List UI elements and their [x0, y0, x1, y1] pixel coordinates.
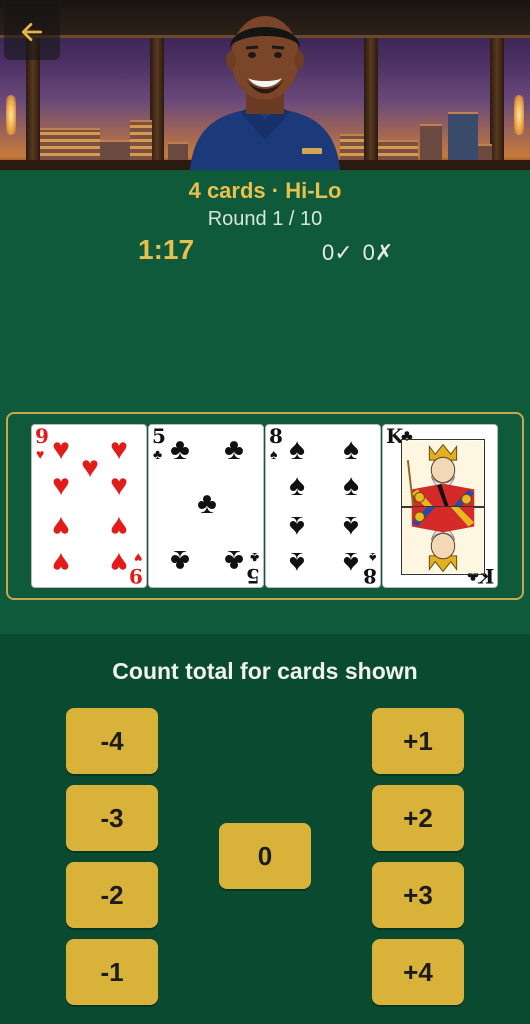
playing-card: 5 ♣ 5 ♣ ♣ ♣ ♣ ♣ ♣ — [148, 424, 264, 588]
card-suit: ♥ — [36, 446, 45, 462]
countdown-timer: 1:17 — [138, 234, 195, 265]
correct-count: 0✓ — [322, 240, 353, 265]
score-tally: 0✓ 0✗ — [322, 240, 393, 266]
playing-card: 8 ♠ 8 ♠ ♠ ♠ ♠ ♠ ♠ ♠ ♠ ♠ — [265, 424, 381, 588]
card-suit: ♠ — [368, 550, 376, 566]
playing-card: K ♣ K ♣ — [382, 424, 498, 588]
heart-pip: ♥ — [52, 469, 70, 502]
card-rank: 5 — [152, 424, 166, 448]
answer-button-plus-2[interactable]: +2 — [372, 785, 464, 851]
wrong-count: 0✗ — [362, 240, 394, 265]
heart-pip: ♥ — [110, 433, 128, 466]
heart-pip: ♥ — [110, 469, 128, 502]
dealer-scene — [0, 0, 530, 170]
spade-pip: ♠ — [289, 469, 305, 502]
card-suit: ♣ — [249, 550, 259, 566]
club-pip: ♣ — [197, 487, 217, 520]
spade-pip: ♠ — [343, 433, 359, 466]
card-suit: ♣ — [153, 446, 163, 462]
heart-pip: ♥ — [110, 546, 128, 579]
card-rail: 9 ♥ 9 ♥ ♥ ♥ ♥ ♥ ♥ ♥ ♥ ♥ ♥ 5 ♣ 5 ♣ ♣ ♣ ♣ … — [6, 412, 524, 600]
answer-button-plus-3[interactable]: +3 — [372, 862, 464, 928]
back-button[interactable] — [4, 4, 60, 60]
card-suit: ♥ — [133, 550, 142, 566]
spade-pip: ♠ — [289, 433, 305, 466]
answer-button-minus-3[interactable]: -3 — [66, 785, 158, 851]
answer-button-minus-2[interactable]: -2 — [66, 862, 158, 928]
club-pip: ♣ — [224, 433, 244, 466]
arrow-left-icon — [21, 23, 43, 41]
answer-button-minus-1[interactable]: -1 — [66, 939, 158, 1005]
spade-pip: ♠ — [343, 469, 359, 502]
spade-pip: ♠ — [289, 546, 305, 579]
game-panel: 4 cards · Hi-Lo Round 1 / 10 1:17 0✓ 0✗ … — [0, 170, 530, 634]
heart-pip: ♥ — [81, 451, 99, 484]
playing-card: 9 ♥ 9 ♥ ♥ ♥ ♥ ♥ ♥ ♥ ♥ ♥ ♥ — [31, 424, 147, 588]
spade-pip: ♠ — [289, 510, 305, 543]
club-pip: ♣ — [224, 544, 244, 577]
dealer-avatar — [190, 16, 340, 170]
round-label: Round 1 / 10 — [207, 208, 323, 230]
answer-button-plus-4[interactable]: +4 — [372, 939, 464, 1005]
card-suit: ♠ — [270, 446, 278, 462]
answer-prompt: Count total for cards shown — [112, 658, 418, 684]
heart-pip: ♥ — [52, 546, 70, 579]
spade-pip: ♠ — [343, 510, 359, 543]
king-face-art — [401, 439, 485, 575]
answer-panel: Count total for cards shown -4 -3 -2 -1 … — [0, 634, 530, 1024]
answer-button-zero[interactable]: 0 — [219, 823, 311, 889]
answer-button-minus-4[interactable]: -4 — [66, 708, 158, 774]
club-pip: ♣ — [170, 544, 190, 577]
heart-pip: ♥ — [52, 510, 70, 543]
spade-pip: ♠ — [343, 546, 359, 579]
club-pip: ♣ — [170, 433, 190, 466]
card-rank: 8 — [269, 424, 283, 448]
heart-pip: ♥ — [52, 433, 70, 466]
heart-pip: ♥ — [110, 510, 128, 543]
mode-title: 4 cards · Hi-Lo — [188, 178, 342, 203]
answer-button-plus-1[interactable]: +1 — [372, 708, 464, 774]
